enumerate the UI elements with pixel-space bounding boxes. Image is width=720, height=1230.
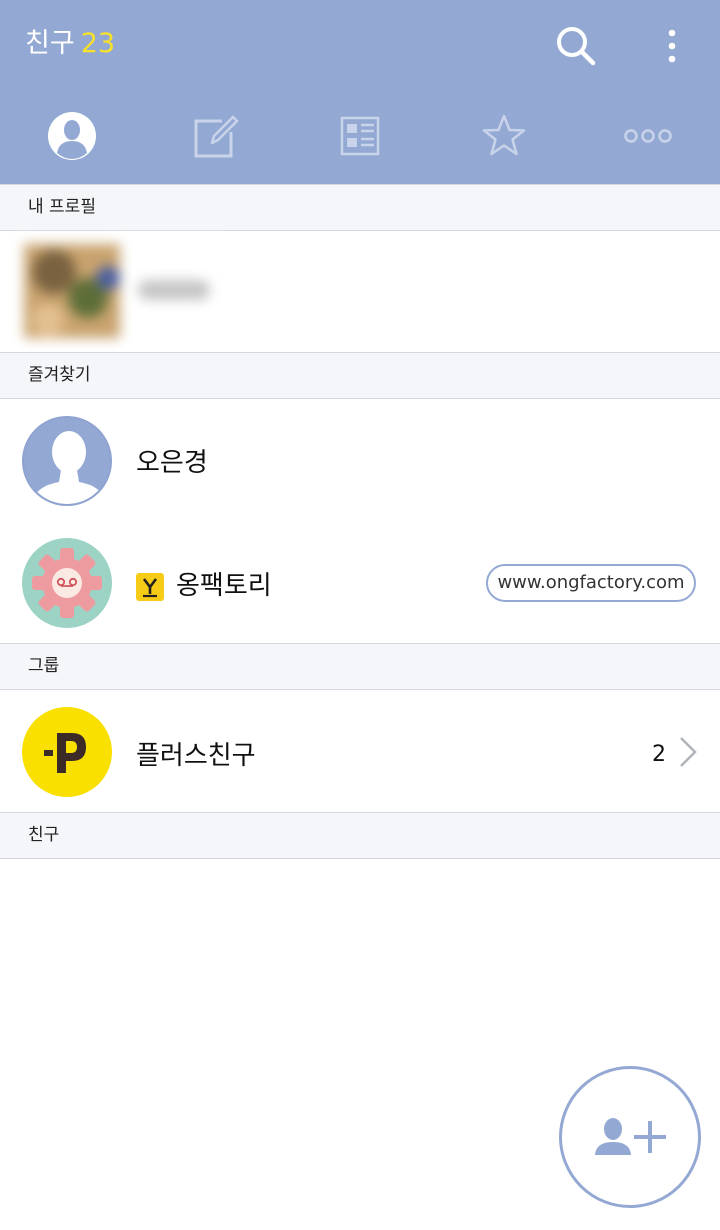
tab-favorites[interactable]	[432, 96, 576, 176]
friends-screen: 친구 23 내 프로필 즐겨찾기 오은경 옹팩토리 www.ongfactory…	[0, 0, 720, 1230]
friend-count: 23	[80, 28, 116, 59]
tab-chats[interactable]	[144, 96, 288, 176]
avatar	[22, 416, 112, 506]
group-item[interactable]: 플러스친구 2	[0, 690, 720, 812]
add-friend-button[interactable]	[559, 1066, 701, 1208]
section-my-profile: 내 프로필	[0, 184, 720, 231]
more-horizontal-icon	[624, 129, 672, 143]
default-person-icon	[32, 431, 106, 504]
more-vertical-icon	[668, 29, 676, 63]
section-friends: 친구	[0, 812, 720, 859]
more-menu-button[interactable]	[644, 18, 700, 74]
main-tab-bar	[0, 96, 720, 176]
my-profile-avatar	[18, 238, 218, 342]
chevron-right-icon	[680, 737, 697, 767]
friend-name: 옹팩토리	[176, 571, 272, 601]
star-icon	[482, 114, 526, 156]
gear-logo-icon	[32, 548, 102, 618]
tab-channel[interactable]	[288, 96, 432, 176]
avatar	[22, 538, 112, 628]
tab-friends[interactable]	[0, 96, 144, 176]
news-icon	[340, 116, 380, 156]
friend-name-row: 옹팩토리	[136, 565, 272, 602]
app-header: 친구 23	[0, 0, 720, 184]
website-link-button[interactable]: www.ongfactory.com	[486, 564, 696, 602]
section-groups: 그룹	[0, 643, 720, 690]
tab-more[interactable]	[576, 96, 720, 176]
yellow-id-badge	[136, 572, 164, 601]
group-member-count: 2	[652, 742, 666, 767]
favorite-item[interactable]: 옹팩토리 www.ongfactory.com	[0, 521, 720, 643]
friend-name: 오은경	[136, 448, 208, 478]
search-icon	[557, 27, 596, 66]
section-favorites: 즐겨찾기	[0, 352, 720, 399]
title-text: 친구	[25, 28, 75, 59]
plus-friend-icon	[44, 733, 86, 773]
add-person-icon	[595, 1118, 666, 1155]
page-title: 친구 23	[25, 24, 115, 64]
compose-icon	[194, 115, 239, 158]
group-name: 플러스친구	[136, 741, 256, 771]
my-profile-row[interactable]	[0, 231, 720, 352]
plus-friend-avatar	[22, 707, 112, 797]
search-button[interactable]	[548, 18, 604, 74]
favorite-item[interactable]: 오은경	[0, 399, 720, 521]
person-icon	[48, 112, 96, 160]
